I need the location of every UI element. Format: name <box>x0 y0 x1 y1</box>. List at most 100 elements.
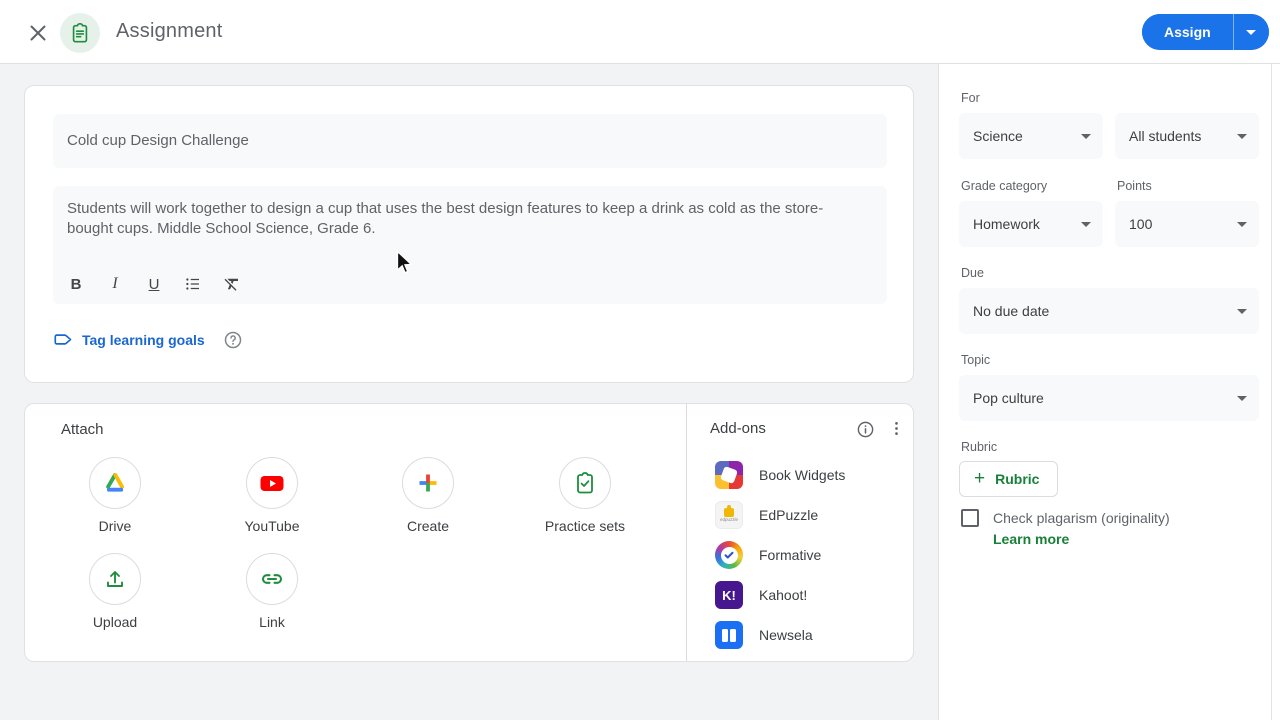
assign-split-button: Assign <box>1142 14 1269 50</box>
addon-label: EdPuzzle <box>759 507 819 523</box>
plus-icon: + <box>974 467 986 489</box>
upload-icon <box>89 553 141 605</box>
plagiarism-checkbox-label: Check plagarism (originality) <box>993 510 1170 526</box>
addon-label: Book Widgets <box>759 467 846 483</box>
addons-heading: Add-ons <box>710 420 766 437</box>
grade-category-label: Grade category <box>961 179 1048 193</box>
attach-drive-label: Drive <box>98 518 132 534</box>
tag-learning-goals[interactable]: Tag learning goals <box>53 329 243 350</box>
add-rubric-button[interactable]: + Rubric <box>959 461 1059 497</box>
drive-icon <box>89 457 141 509</box>
assignment-settings-sidebar: For Science All students Grade category … <box>938 64 1280 720</box>
attach-link-label: Link <box>259 614 285 630</box>
underline-button[interactable]: U <box>145 274 163 294</box>
main-content: Cold cup Design Challenge Students will … <box>0 64 938 720</box>
newsela-icon <box>715 621 743 649</box>
class-select-value: Science <box>973 128 1023 144</box>
addon-label: Formative <box>759 547 822 563</box>
attach-upload-button[interactable]: Upload <box>55 553 175 630</box>
assign-options-button[interactable] <box>1232 14 1269 50</box>
addon-book-widgets[interactable]: Book Widgets <box>715 461 845 489</box>
create-icon <box>402 457 454 509</box>
for-label: For <box>961 91 980 105</box>
attach-link-button[interactable]: Link <box>212 553 332 630</box>
assignment-type-badge <box>60 13 100 53</box>
topic-label: Topic <box>961 353 991 367</box>
info-icon <box>857 421 873 438</box>
addons-info-button[interactable] <box>855 420 875 440</box>
title-input[interactable]: Cold cup Design Challenge <box>53 114 887 168</box>
addon-newsela[interactable]: Newsela <box>715 621 813 649</box>
due-select[interactable]: No due date <box>959 288 1259 334</box>
top-bar: Assignment Assign <box>0 0 1280 64</box>
clear-formatting-button[interactable] <box>223 274 241 294</box>
addon-label: Kahoot! <box>759 587 808 603</box>
close-icon <box>30 25 46 41</box>
addon-edpuzzle[interactable]: edpuzzle EdPuzzle <box>715 501 818 529</box>
instructions-text: Students will work together to design a … <box>67 200 824 237</box>
formatting-toolbar: B I U <box>67 274 241 294</box>
chevron-down-icon <box>1237 395 1247 401</box>
attach-drive-button[interactable]: Drive <box>55 457 175 534</box>
students-select[interactable]: All students <box>1115 113 1259 159</box>
close-button[interactable] <box>26 21 50 45</box>
chevron-down-icon <box>1237 308 1247 314</box>
due-value: No due date <box>973 303 1050 319</box>
assignment-details-card: Cold cup Design Challenge Students will … <box>24 85 914 383</box>
assignment-editor: Assignment Assign Cold cup Design Challe… <box>0 0 1280 720</box>
practice-sets-icon <box>559 457 611 509</box>
link-icon <box>246 553 298 605</box>
points-label: Points <box>1117 179 1152 193</box>
book-widgets-icon <box>715 461 743 489</box>
attach-create-label: Create <box>406 518 450 534</box>
tag-icon <box>54 334 72 345</box>
page-title: Assignment <box>116 20 223 42</box>
topic-select[interactable]: Pop culture <box>959 375 1259 421</box>
assignment-clipboard-icon <box>72 23 88 43</box>
help-button[interactable] <box>223 330 243 350</box>
addon-formative[interactable]: Formative <box>715 541 821 569</box>
sidebar-scrollbar[interactable] <box>1271 64 1272 720</box>
grade-category-value: Homework <box>973 216 1040 232</box>
assign-button[interactable]: Assign <box>1142 14 1233 50</box>
instructions-input[interactable]: Students will work together to design a … <box>53 186 887 304</box>
class-select[interactable]: Science <box>959 113 1103 159</box>
attach-create-button[interactable]: Create <box>368 457 488 534</box>
more-vert-icon <box>894 422 898 435</box>
students-select-value: All students <box>1129 128 1202 144</box>
bold-button[interactable]: B <box>67 274 85 294</box>
clear-formatting-icon <box>224 278 238 291</box>
topic-value: Pop culture <box>973 390 1044 406</box>
due-label: Due <box>961 266 984 280</box>
plagiarism-checkbox[interactable] <box>961 509 979 527</box>
chevron-down-icon <box>1246 29 1257 35</box>
rubric-label: Rubric <box>961 440 998 454</box>
attach-practice-sets-label: Practice sets <box>544 518 626 534</box>
chevron-down-icon <box>1081 133 1091 139</box>
attach-upload-label: Upload <box>92 614 138 630</box>
addon-label: Newsela <box>759 627 813 643</box>
youtube-icon <box>246 457 298 509</box>
learn-more-link[interactable]: Learn more <box>993 531 1069 547</box>
chevron-down-icon <box>1237 221 1247 227</box>
edpuzzle-icon: edpuzzle <box>715 501 743 529</box>
addon-kahoot[interactable]: K! Kahoot! <box>715 581 807 609</box>
formative-icon <box>715 541 743 569</box>
tag-learning-goals-label: Tag learning goals <box>82 331 205 348</box>
bulleted-list-button[interactable] <box>184 274 202 294</box>
attach-youtube-label: YouTube <box>244 518 300 534</box>
bulleted-list-icon <box>186 278 199 290</box>
attach-youtube-button[interactable]: YouTube <box>212 457 332 534</box>
attach-practice-sets-button[interactable]: Practice sets <box>525 457 645 534</box>
addons-more-button[interactable] <box>886 419 906 439</box>
chevron-down-icon <box>1081 221 1091 227</box>
attach-card: Attach Drive YouTube Create Practice set… <box>24 403 914 662</box>
points-value: 100 <box>1129 216 1153 232</box>
chevron-down-icon <box>1237 133 1247 139</box>
help-icon <box>224 331 241 348</box>
points-select[interactable]: 100 <box>1115 201 1259 247</box>
grade-category-select[interactable]: Homework <box>959 201 1103 247</box>
addons-panel: Add-ons Book Widgets edpuzzle EdPuzzle F… <box>686 404 914 661</box>
italic-button[interactable]: I <box>106 274 124 294</box>
kahoot-icon: K! <box>715 581 743 609</box>
